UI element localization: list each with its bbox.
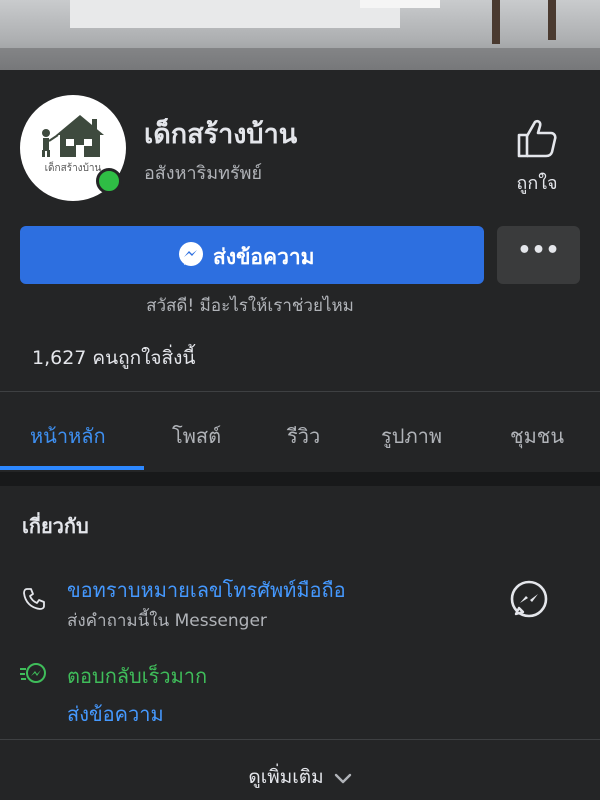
online-indicator xyxy=(96,168,122,194)
cover-shape xyxy=(360,0,440,8)
send-message-button[interactable]: ส่งข้อความ xyxy=(20,226,484,284)
ask-phone-link[interactable]: ขอทราบหมายเลขโทรศัพท์มือถือ xyxy=(67,574,346,606)
tab-posts[interactable]: โพสต์ xyxy=(172,420,221,452)
active-tab-indicator xyxy=(0,466,144,470)
about-title: เกี่ยวกับ xyxy=(22,514,89,538)
page-title[interactable]: เด็กสร้างบ้าน xyxy=(144,112,297,155)
tab-home[interactable]: หน้าหลัก xyxy=(30,420,106,452)
response-time: ตอบกลับเร็วมาก xyxy=(67,664,208,688)
divider xyxy=(0,739,600,740)
see-more-button[interactable]: ดูเพิ่มเติม xyxy=(0,762,600,792)
send-message-label: ส่งข้อความ xyxy=(213,245,315,269)
messenger-icon xyxy=(179,242,203,266)
about-section: เกี่ยวกับ ขอทราบหมายเลขโทรศัพท์มือถือ ส่… xyxy=(0,486,600,800)
page-category[interactable]: อสังหาริมทรัพย์ xyxy=(144,158,262,187)
more-button[interactable]: ••• xyxy=(497,226,580,284)
cover-shape xyxy=(492,0,500,44)
cover-shape xyxy=(548,0,556,40)
greeting-text: สวัสดี! มีอะไรให้เราช่วยไหม xyxy=(146,296,354,316)
see-more-label: ดูเพิ่มเติม xyxy=(248,766,324,788)
likes-count[interactable]: 1,627 คนถูกใจสิ่งนี้ xyxy=(32,343,195,373)
cover-photo[interactable] xyxy=(0,0,600,70)
tab-reviews[interactable]: รีวิว xyxy=(287,420,320,452)
section-gap xyxy=(0,472,600,486)
tab-photos[interactable]: รูปภาพ xyxy=(381,420,442,452)
chevron-down-icon xyxy=(334,773,351,783)
ask-phone-sub: ส่งคำถามนี้ใน Messenger xyxy=(67,611,267,631)
tab-community[interactable]: ชุมชน xyxy=(510,420,564,452)
fast-response-icon xyxy=(20,663,46,683)
like-label: ถูกใจ xyxy=(516,173,558,194)
messenger-circle-icon[interactable] xyxy=(508,578,552,622)
send-message-link[interactable]: ส่งข้อความ xyxy=(67,698,164,730)
phone-icon xyxy=(23,588,45,610)
tab-bar: หน้าหลัก โพสต์ รีวิว รูปภาพ ชุมชน xyxy=(0,392,600,472)
like-button[interactable]: ถูกใจ xyxy=(506,116,568,196)
cover-shape xyxy=(0,48,600,70)
cover-shape xyxy=(70,0,400,28)
thumbs-up-icon xyxy=(517,119,557,158)
